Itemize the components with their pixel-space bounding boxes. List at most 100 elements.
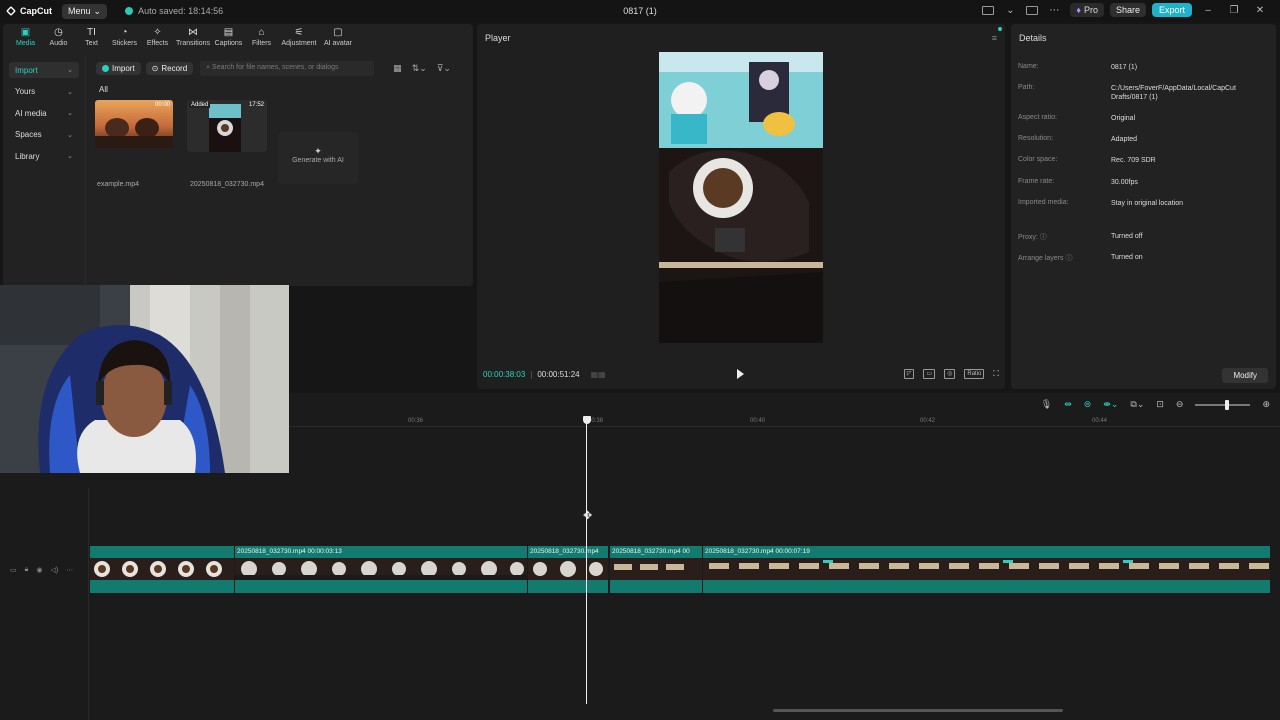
chevron-down-icon: ⌄: [67, 88, 73, 96]
tool-captions[interactable]: ▤ Captions: [212, 27, 245, 53]
menu-label: Menu: [68, 6, 91, 16]
crop-icon[interactable]: ◸: [903, 369, 915, 379]
autosave-text: Auto saved: 18:14:56: [138, 6, 224, 16]
detail-label: Frame rate:: [1018, 178, 1055, 185]
fullscreen-icon[interactable]: ⛶: [993, 369, 999, 379]
detail-value: Stay in original location: [1111, 200, 1183, 207]
captions-icon: ▤: [223, 27, 234, 38]
tool-effects[interactable]: ✧ Effects: [141, 27, 174, 53]
sidebar-item-ai-media[interactable]: AI media ⌄: [9, 105, 79, 121]
chevron-down-icon: ⌄: [67, 131, 73, 139]
menu-button[interactable]: Menu ⌄: [62, 3, 108, 19]
chevron-down-icon[interactable]: ⌄: [1000, 5, 1020, 16]
tool-audio[interactable]: ◷ Audio: [42, 27, 75, 53]
video-clip[interactable]: 20250818_032730.mp4 00:00:03:13: [235, 546, 527, 593]
volume-icon[interactable]: ◁): [50, 566, 58, 574]
clip-filmstrip: [90, 558, 234, 580]
clip-label: 20250818_032730.mp4 00:00:07:19: [705, 548, 810, 555]
detail-label: Path:: [1018, 84, 1035, 91]
tool-filters[interactable]: ⌂ Filters: [245, 27, 278, 53]
current-time: 00:00:38:03: [483, 370, 526, 379]
zoom-in-icon[interactable]: ⊕: [1262, 399, 1270, 410]
tool-label: Audio: [49, 40, 68, 47]
tool-text[interactable]: TI Text: [75, 27, 108, 53]
grid-view-icon[interactable]: ▦: [393, 63, 402, 74]
tool-adjustment[interactable]: ⚟ Adjustment: [278, 27, 320, 53]
detail-label: Arrange layers ⓘ: [1018, 253, 1111, 263]
layout-icon[interactable]: [982, 5, 995, 15]
video-clip[interactable]: 20250818_032730.mp4 00: [610, 546, 702, 593]
playhead-handle[interactable]: [583, 416, 591, 424]
app-name: CapCut: [20, 6, 52, 16]
clip-filmstrip: [610, 558, 702, 580]
zoom-out-icon[interactable]: ⊖: [1176, 399, 1184, 410]
import-button[interactable]: Import: [96, 62, 141, 75]
filter-icon[interactable]: ⊽⌄: [437, 63, 451, 74]
timeline-grid-icon[interactable]: ▦▦: [591, 370, 606, 379]
link-icon[interactable]: ⇹: [1064, 399, 1072, 410]
sidebar-item-library[interactable]: Library ⌄: [9, 148, 79, 164]
lock-icon[interactable]: 🔒︎: [25, 566, 29, 574]
minimize-icon[interactable]: –: [1198, 5, 1218, 16]
eye-icon[interactable]: ◉: [36, 566, 42, 574]
media-thumbnail[interactable]: 00:00: [95, 100, 173, 148]
zoom-slider-knob[interactable]: [1225, 399, 1230, 410]
detail-row-imported-media: Imported media: Stay in original location: [1018, 199, 1261, 208]
record-button[interactable]: ⊙ Record: [145, 62, 194, 75]
sort-icon[interactable]: ⇅⌄: [412, 63, 427, 74]
info-icon[interactable]: ⓘ: [1040, 234, 1047, 241]
export-button[interactable]: Export: [1151, 3, 1192, 17]
tool-label: Captions: [214, 40, 243, 47]
split-icon[interactable]: ⇼⌄: [1103, 399, 1118, 410]
zoom-slider[interactable]: [1195, 399, 1251, 410]
media-thumbnail[interactable]: Added 17:52: [187, 100, 267, 152]
track-cover-icon[interactable]: ▭: [10, 566, 17, 574]
snapshot-icon[interactable]: ◎: [944, 369, 956, 379]
modify-button[interactable]: Modify: [1222, 368, 1268, 383]
detail-label: Color space:: [1018, 156, 1058, 163]
play-button[interactable]: [737, 369, 744, 379]
restore-icon[interactable]: ❐: [1224, 5, 1244, 16]
info-icon[interactable]: ⓘ: [1065, 255, 1072, 262]
import-icon: [102, 65, 109, 72]
sidebar-item-label: Yours: [15, 87, 36, 96]
record-icon: ⊙: [151, 64, 159, 73]
tool-ai-avatar[interactable]: ▢ AI avatar: [320, 27, 356, 53]
sidebar-item-label: Import: [15, 65, 38, 75]
video-clip[interactable]: [90, 546, 234, 593]
ratio-button[interactable]: Ratio: [964, 369, 985, 379]
added-badge: Added: [189, 102, 211, 108]
quality-icon[interactable]: ▭: [923, 369, 936, 379]
captions-toggle-icon[interactable]: ⊡: [1156, 399, 1164, 410]
preview-axis-icon[interactable]: ⧉⌄: [1130, 399, 1144, 410]
video-preview[interactable]: [659, 52, 823, 343]
panel-menu-icon[interactable]: ≡: [992, 33, 997, 43]
media-search-input[interactable]: ⌕ Search for file names, scenes, or dial…: [200, 61, 375, 76]
shortcuts-icon[interactable]: [1026, 5, 1039, 15]
sidebar-item-yours[interactable]: Yours ⌄: [9, 84, 79, 100]
more-icon[interactable]: ⋯: [1044, 5, 1064, 16]
sidebar-item-label: Library: [15, 151, 40, 161]
more-icon[interactable]: ⋯: [66, 566, 73, 574]
tab-all[interactable]: All: [99, 85, 108, 94]
close-icon[interactable]: ✕: [1250, 5, 1270, 16]
detail-label-text: Arrange layers: [1018, 255, 1064, 262]
chevron-down-icon: ⌄: [67, 67, 73, 74]
tool-transitions[interactable]: ⋈ Transitions: [174, 27, 212, 53]
video-clip[interactable]: 20250818_032730.mp4 00:00:07:19: [703, 546, 1270, 593]
tool-stickers[interactable]: ◔ Stickers: [108, 27, 141, 53]
sidebar-item-import[interactable]: Import ⌄: [9, 62, 79, 78]
tool-media[interactable]: ▣ Media: [9, 27, 42, 53]
video-clip[interactable]: 20250818_032730.mp4: [528, 546, 608, 593]
media-icon: ▣: [20, 27, 31, 38]
generate-with-ai-button[interactable]: ✦ Generate with AI: [278, 132, 358, 184]
tool-label: Adjustment: [281, 40, 317, 47]
pro-button[interactable]: ♦ Pro: [1070, 3, 1104, 17]
share-button[interactable]: Share: [1109, 3, 1146, 17]
sidebar-item-spaces[interactable]: Spaces ⌄: [9, 127, 79, 143]
microphone-icon[interactable]: 🎙︎: [1041, 399, 1052, 410]
sidebar-item-label: AI media: [15, 108, 47, 118]
timeline-scrollbar[interactable]: [773, 709, 1063, 712]
playhead-line[interactable]: [586, 417, 587, 704]
magnet-icon[interactable]: ⊜: [1084, 399, 1092, 410]
